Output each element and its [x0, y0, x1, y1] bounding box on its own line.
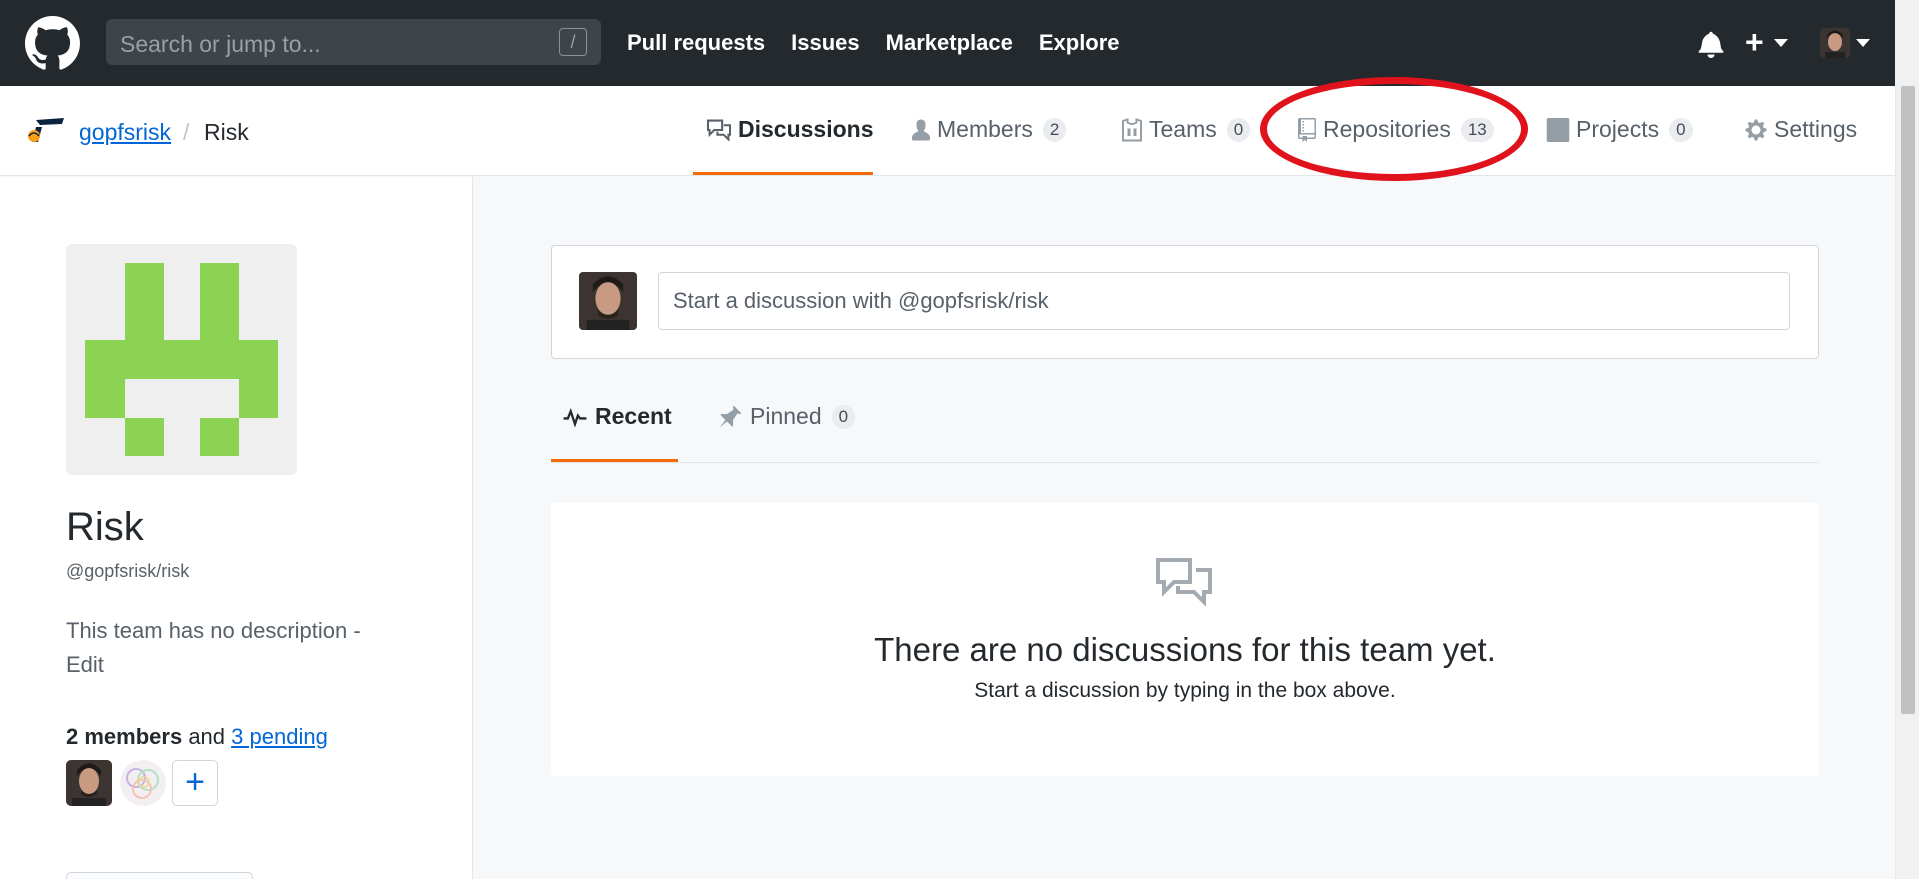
tab-label: Teams	[1149, 116, 1217, 142]
projects-count-badge: 0	[1669, 117, 1693, 142]
team-header: gopfsrisk / Risk Discussions Members 2 T…	[0, 86, 1895, 176]
tab-teams[interactable]: Teams 0	[1121, 116, 1251, 143]
person-icon	[912, 119, 930, 140]
tab-label: Settings	[1774, 116, 1858, 142]
tab-label: Projects	[1576, 116, 1660, 142]
subtabs-divider	[551, 462, 1819, 463]
comment-discussion-icon	[1156, 558, 1212, 606]
breadcrumb-org-link[interactable]: gopfsrisk	[79, 119, 171, 146]
nav-issues[interactable]: Issues	[791, 30, 860, 56]
members-count-text[interactable]: 2 members	[66, 724, 182, 749]
pending-members-link[interactable]: 3 pending	[231, 724, 328, 749]
nav-explore[interactable]: Explore	[1039, 30, 1120, 56]
discussion-input[interactable]	[658, 272, 1790, 330]
team-title: Risk	[66, 505, 144, 549]
empty-state-title: There are no discussions for this team y…	[874, 631, 1496, 668]
members-count-badge: 2	[1042, 117, 1067, 142]
pin-icon	[719, 405, 741, 427]
top-navbar: Search or jump to... / Pull requests Iss…	[0, 0, 1919, 86]
tab-label: Discussions	[738, 116, 874, 142]
selected-subtab-indicator	[551, 459, 678, 462]
tab-discussions[interactable]: Discussions	[706, 116, 874, 143]
team-description[interactable]: This team has no description - Edit	[66, 614, 386, 682]
teams-count-badge: 0	[1226, 117, 1251, 142]
nav-marketplace[interactable]: Marketplace	[886, 30, 1013, 56]
team-handle: @gopfsrisk/risk	[66, 561, 190, 581]
github-logo-icon[interactable]	[25, 16, 80, 71]
tab-label: Repositories	[1323, 116, 1451, 142]
member-avatar[interactable]	[66, 760, 112, 806]
empty-discussions-panel: There are no discussions for this team y…	[551, 503, 1819, 776]
global-nav: Pull requests Issues Marketplace Explore	[627, 30, 1120, 56]
avatar-image	[579, 272, 637, 330]
members-and-text: and	[188, 724, 226, 749]
tab-members[interactable]: Members 2	[911, 116, 1067, 143]
tab-settings[interactable]: Settings	[1744, 116, 1857, 143]
scrollbar-track-top	[1895, 0, 1919, 86]
selected-tab-indicator	[693, 172, 873, 175]
repo-icon	[1298, 117, 1316, 142]
page-scrollbar[interactable]	[1895, 86, 1919, 879]
search-placeholder: Search or jump to...	[120, 31, 321, 57]
search-input[interactable]: Search or jump to... /	[106, 19, 601, 65]
pulse-icon	[563, 407, 587, 427]
pinned-count-badge: 0	[831, 404, 856, 429]
gear-icon	[1745, 119, 1767, 140]
subtab-label: Recent	[595, 403, 672, 429]
team-identicon	[66, 244, 297, 475]
user-avatar-menu[interactable]	[1820, 28, 1850, 58]
subtab-recent[interactable]: Recent	[563, 403, 672, 430]
breadcrumb-separator: /	[183, 119, 190, 145]
avatar-image	[1820, 28, 1850, 58]
project-icon	[1546, 117, 1570, 142]
tab-repositories[interactable]: Repositories 13	[1297, 116, 1494, 143]
repositories-count-badge: 13	[1460, 117, 1494, 142]
discussion-composer	[551, 245, 1819, 359]
scrollbar-thumb[interactable]	[1901, 86, 1915, 714]
org-logo-icon[interactable]	[26, 116, 64, 144]
team-sidebar: Risk @gopfsrisk/risk This team has no de…	[0, 177, 473, 879]
notifications-bell-icon[interactable]	[1698, 30, 1724, 58]
create-dropdown-caret-icon[interactable]	[1774, 39, 1788, 47]
avatar-image	[120, 760, 166, 806]
empty-state-subtitle: Start a discussion by typing in the box …	[974, 679, 1396, 702]
search-shortcut-key: /	[559, 28, 587, 56]
composer-avatar	[579, 272, 637, 330]
comment-discussion-icon	[706, 119, 732, 141]
sidebar-button-partial[interactable]	[66, 872, 253, 879]
identicon-image	[85, 263, 278, 456]
breadcrumb-team: Risk	[204, 119, 249, 145]
avatar-image	[66, 760, 112, 806]
create-new-button[interactable]: +	[1745, 26, 1764, 58]
nav-pull-requests[interactable]: Pull requests	[627, 30, 765, 56]
jersey-icon	[1122, 117, 1142, 141]
tab-label: Members	[937, 116, 1033, 142]
subtab-label: Pinned	[750, 403, 822, 429]
members-summary: 2 members and 3 pending	[66, 724, 328, 750]
tab-projects[interactable]: Projects 0	[1546, 116, 1693, 143]
user-dropdown-caret-icon[interactable]	[1856, 39, 1870, 47]
member-avatar[interactable]	[120, 760, 166, 806]
subtab-pinned[interactable]: Pinned 0	[718, 403, 856, 430]
add-member-button[interactable]: +	[172, 760, 218, 806]
